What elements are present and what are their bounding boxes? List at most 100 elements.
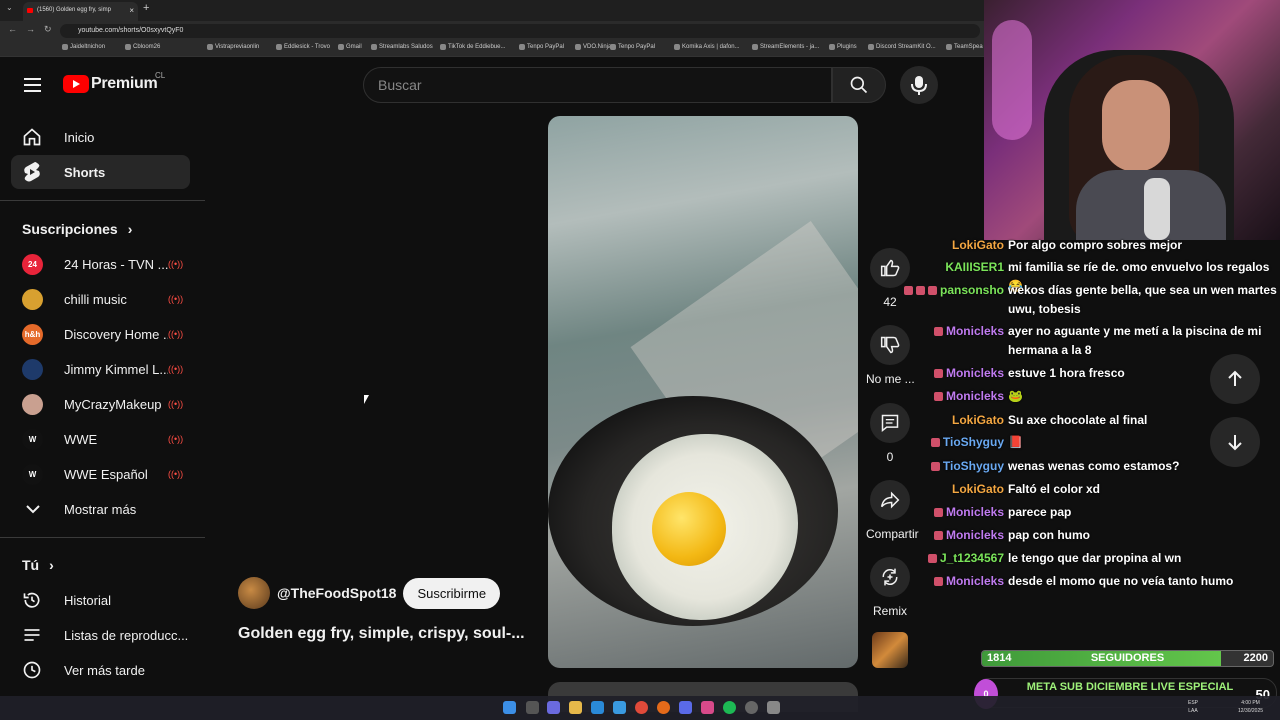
channel-avatar[interactable] [238, 577, 270, 609]
subscription-item[interactable]: chilli music ((•)) [11, 282, 190, 316]
bookmark-item[interactable]: Cbloom26 [125, 44, 160, 50]
mail-icon[interactable] [613, 701, 626, 714]
short-title[interactable]: Golden egg fry, simple, crispy, soul-... [238, 625, 525, 643]
clock[interactable]: 4:00 PM 12/30/2025 [1238, 699, 1263, 715]
url-field[interactable]: youtube.com/shorts/O0sxyvtQyF0 [60, 24, 980, 38]
streamer-webcam [984, 0, 1280, 240]
bookmark-favicon-icon [868, 44, 874, 50]
start-icon[interactable] [503, 701, 516, 714]
brave-icon[interactable] [657, 701, 670, 714]
bookmark-favicon-icon [946, 44, 952, 50]
bookmark-item[interactable]: Tenpo PayPal [519, 44, 564, 50]
bookmark-item[interactable]: Eddiesick - Trovo [276, 44, 330, 50]
bookmark-item[interactable]: Plugins [829, 44, 857, 50]
show-more-button[interactable]: Mostrar más [11, 492, 190, 526]
bookmark-item[interactable]: TikTok de Eddiebue... [440, 44, 505, 50]
bookmark-item[interactable]: Streamlabs Saludos [371, 44, 433, 50]
sidebar-item-label: Historial [64, 592, 111, 608]
history-icon [22, 590, 42, 610]
youtube-premium-logo[interactable]: Premium CL [63, 71, 165, 93]
chat-badge-icon [933, 392, 943, 401]
sidebar-item-label: Inicio [64, 129, 95, 145]
address-bar-row: ← → ↻ youtube.com/shorts/O0sxyvtQyF0 [0, 21, 984, 41]
bookmark-item[interactable]: Komika Axis | dafon... [674, 44, 740, 50]
subscription-name: chilli music [64, 291, 127, 307]
bookmark-item[interactable]: Vistrapreviaonlin [207, 44, 259, 50]
bookmark-item[interactable]: VDO.Ninja [575, 44, 611, 50]
subscription-item[interactable]: MyCrazyMakeup ((•)) [11, 387, 190, 421]
chrome-icon[interactable] [635, 701, 648, 714]
bookmark-item[interactable]: Gmail [338, 44, 362, 50]
sound-thumbnail[interactable] [872, 632, 908, 668]
subscription-item[interactable]: W WWE Español ((•)) [11, 457, 190, 491]
playlists-icon [22, 625, 42, 645]
subscription-item[interactable]: 24 24 Horas - TVN ... ((•)) [11, 247, 190, 281]
search-button[interactable] [832, 67, 886, 103]
channel-handle[interactable]: @TheFoodSpot18 [277, 585, 396, 601]
subscription-item[interactable]: Jimmy Kimmel L... ((•)) [11, 352, 190, 386]
file-explorer-icon[interactable] [569, 701, 582, 714]
new-tab-icon[interactable]: + [143, 2, 149, 14]
bookmark-item[interactable]: TeamSpea [946, 44, 983, 50]
microphone-icon [911, 76, 927, 95]
remix-icon [882, 568, 898, 586]
firefox-icon[interactable] [701, 701, 714, 714]
subscription-item[interactable]: W WWE ((•)) [11, 422, 190, 456]
bookmark-label: Jaideltnichon [70, 44, 106, 50]
obs-icon[interactable] [745, 701, 758, 714]
chat-username: J_t1234567 [927, 549, 1004, 568]
you-heading[interactable]: Tú › [22, 557, 54, 573]
subscriptions-heading[interactable]: Suscripciones › [22, 221, 132, 237]
sidebar-item-shorts[interactable]: Shorts [11, 155, 190, 189]
tab-search-icon[interactable]: ⌄ [6, 3, 13, 12]
chat-badge-icon [903, 286, 913, 295]
back-icon[interactable]: ← [8, 24, 17, 34]
bookmark-favicon-icon [519, 44, 525, 50]
bookmark-label: Plugins [837, 44, 857, 50]
short-video-player[interactable] [548, 116, 858, 668]
bookmark-item[interactable]: Tenpo PayPal [610, 44, 655, 50]
bookmark-item[interactable]: Jaideltnichon [62, 44, 105, 50]
discord-icon[interactable] [679, 701, 692, 714]
bookmark-favicon-icon [674, 44, 680, 50]
sidebar-item-watch-later[interactable]: Ver más tarde [11, 653, 190, 687]
thumbs-down-icon [880, 336, 900, 354]
copilot-icon[interactable] [547, 701, 560, 714]
forward-icon[interactable]: → [26, 24, 35, 34]
shorts-icon [22, 162, 42, 182]
search-input[interactable]: Buscar [363, 67, 832, 103]
search-taskbar-icon[interactable] [526, 701, 539, 714]
chat-text: Por algo compro sobres mejor [1008, 238, 1183, 252]
next-short-button[interactable] [1210, 417, 1260, 467]
language-indicator[interactable]: ESP LAA [1188, 699, 1198, 715]
channel-avatar: 24 [22, 253, 43, 275]
voice-search-button[interactable] [900, 66, 938, 104]
reload-icon[interactable]: ↻ [44, 24, 52, 35]
chat-username: Monicleks [933, 572, 1004, 591]
close-tab-icon[interactable]: × [129, 2, 134, 19]
bookmark-item[interactable]: StreamElements - ja... [752, 44, 819, 50]
channel-avatar: W [22, 428, 43, 450]
sidebar-item-historial[interactable]: Historial [11, 583, 190, 617]
chat-badge-icon [933, 327, 943, 336]
bookmark-item[interactable]: Discord StreamKit O... [868, 44, 936, 50]
chat-badge-icon [933, 531, 943, 540]
chevron-right-icon: › [49, 557, 54, 573]
sidebar-item-playlists[interactable]: Listas de reproducc... [11, 618, 190, 652]
subscribe-button[interactable]: Suscribirme [403, 577, 501, 609]
browser-tab[interactable]: (1560) Golden egg fry, simp × [23, 2, 138, 21]
store-icon[interactable] [591, 701, 604, 714]
menu-icon[interactable] [24, 78, 41, 92]
you-title: Tú [22, 557, 40, 573]
followers-label: SEGUIDORES [1090, 652, 1165, 664]
chat-username: Monicleks [933, 503, 1004, 522]
spotify-icon[interactable] [723, 701, 736, 714]
sidebar-item-inicio[interactable]: Inicio [11, 120, 190, 154]
previous-short-button[interactable] [1210, 354, 1260, 404]
live-indicator-icon: ((•)) [168, 469, 184, 479]
live-indicator-icon: ((•)) [168, 259, 184, 269]
subscription-name: WWE Español [64, 466, 148, 482]
subscription-item[interactable]: h&h Discovery Home ... ((•)) [11, 317, 190, 351]
bookmark-label: TeamSpea [954, 44, 983, 50]
app-icon[interactable] [767, 701, 780, 714]
